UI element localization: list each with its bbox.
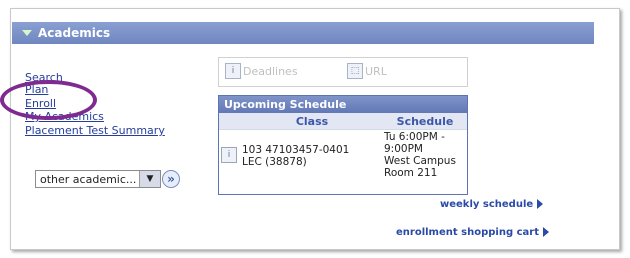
- schedule-line4: Room 211: [384, 167, 438, 179]
- expand-triangle-icon[interactable]: [22, 30, 32, 36]
- class-line1: 103 47103457-0401: [242, 144, 350, 156]
- schedule-row: i 103 47103457-0401 LEC (38878) Tu 6:00P…: [219, 130, 467, 181]
- weekly-schedule-label: weekly schedule: [440, 199, 534, 210]
- enrollment-cart-label: enrollment shopping cart: [396, 227, 539, 238]
- enroll-highlight-circle: [0, 80, 97, 120]
- schedule-line2: 9:00PM: [384, 143, 423, 155]
- schedule-cell: Tu 6:00PM - 9:00PM West Campus Room 211: [383, 130, 467, 181]
- weekly-schedule-link[interactable]: weekly schedule: [440, 199, 544, 210]
- other-academic-select[interactable]: other academic... ▼: [35, 170, 161, 188]
- url-icon: ⬚: [347, 63, 363, 79]
- class-info-icon[interactable]: i: [221, 147, 237, 163]
- schedule-line1: Tu 6:00PM -: [384, 131, 445, 143]
- header-title: Academics: [38, 26, 111, 40]
- chevron-down-icon[interactable]: ▼: [139, 171, 160, 187]
- url-label: URL: [365, 64, 387, 78]
- arrow-right-icon: [537, 199, 544, 209]
- quick-links-box: i Deadlines ⬚ URL: [218, 57, 468, 87]
- enrollment-cart-link[interactable]: enrollment shopping cart: [396, 227, 549, 238]
- class-column-header: Class: [241, 113, 383, 130]
- schedule-table: Class Schedule i 103 47103457-0401 LEC (…: [219, 113, 467, 180]
- icon-header: [219, 113, 241, 130]
- deadlines-label: Deadlines: [243, 64, 298, 78]
- select-value: other academic...: [40, 172, 137, 186]
- link-placement-test-summary[interactable]: Placement Test Summary: [25, 124, 165, 137]
- deadlines-link[interactable]: i Deadlines: [225, 63, 298, 79]
- schedule-line3: West Campus: [384, 155, 456, 167]
- class-cell: 103 47103457-0401 LEC (38878): [241, 130, 383, 181]
- go-button[interactable]: »: [162, 170, 180, 188]
- arrow-right-icon: [542, 227, 549, 237]
- class-line2: LEC (38878): [242, 156, 307, 168]
- calendar-icon: i: [225, 63, 241, 79]
- upcoming-schedule-box: Upcoming Schedule Class Schedule i 103 4…: [218, 95, 468, 195]
- url-link[interactable]: ⬚ URL: [347, 63, 387, 79]
- academics-header[interactable]: Academics: [12, 22, 594, 44]
- schedule-title: Upcoming Schedule: [219, 96, 467, 113]
- schedule-column-header: Schedule: [383, 113, 467, 130]
